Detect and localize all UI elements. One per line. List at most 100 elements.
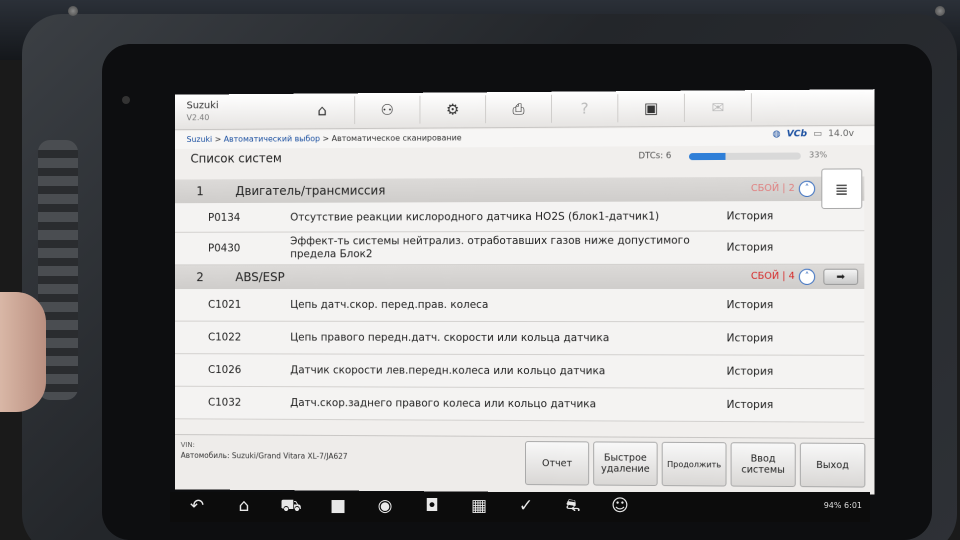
page-title: Список систем <box>190 151 282 166</box>
scan-progress-bar <box>688 152 801 161</box>
system-number: 2 <box>196 270 204 285</box>
top-toolbar: Suzuki V2.40 ⌂ ⚇ ⚙ ⎙? ▣ ✉ <box>174 89 875 131</box>
dtc-status: История <box>726 299 774 312</box>
help-icon: ? <box>580 99 589 118</box>
dtc-code: C1022 <box>208 331 242 344</box>
brand-name: Suzuki <box>186 100 219 112</box>
dtc-description: Отсутствие реакции кислородного датчика … <box>290 210 660 224</box>
gear-icon: ⚙ <box>446 100 460 119</box>
globe-icon: ◍ <box>772 129 781 140</box>
breadcrumb-separator: > <box>320 134 332 144</box>
battery-icon: ▭ <box>813 129 822 140</box>
screenshot-icon[interactable]: ▦ <box>466 496 492 518</box>
print-icon: ⎙ <box>512 99 525 119</box>
dtc-row[interactable]: P0134 Отсутствие реакции кислородного дат… <box>174 200 865 233</box>
breadcrumb-suzuki[interactable]: Suzuki <box>187 135 213 144</box>
report-float-icon[interactable]: ≣ <box>821 168 863 210</box>
dtc-code: P0134 <box>208 211 241 224</box>
report-button[interactable]: Отчет <box>524 441 590 486</box>
message-button[interactable]: ✉ <box>684 93 752 122</box>
clock: 6:01 <box>844 501 862 510</box>
recent-apps-icon[interactable]: ■ <box>325 496 351 518</box>
breadcrumb-current: Автоматическое сканирование <box>331 133 462 144</box>
car-home-icon[interactable]: ⛟ <box>278 496 304 518</box>
vehicle-icon[interactable]: ⛐ <box>560 496 586 518</box>
dtc-description: Датч.скор.заднего правого колеса или кол… <box>290 397 597 411</box>
screw-icon <box>68 6 78 16</box>
dtc-status: История <box>726 332 774 345</box>
collapse-icon[interactable]: ˄ <box>798 268 816 285</box>
dtc-code: C1032 <box>208 396 242 409</box>
help-button[interactable]: ? <box>552 94 619 123</box>
system-name: Двигатель/трансмиссия <box>235 183 386 199</box>
navbar-icons: ↶ ⌂ ⛟ ■ ◉ ◘ ▦ ✓ ⛐ ☺ <box>184 496 633 518</box>
vci-icon[interactable]: ✓ <box>513 496 539 518</box>
dtc-status: История <box>726 398 774 412</box>
camera-icon[interactable]: ◘ <box>419 496 445 518</box>
dtc-code: C1026 <box>208 364 242 377</box>
scan-progress-fill <box>688 152 726 161</box>
system-status: 94% 6:01 <box>824 501 862 510</box>
user-icon[interactable]: ☺ <box>607 496 633 518</box>
vin-label: VIN: <box>180 441 195 449</box>
status-indicators: ◍ VCb ▭ 14.0v <box>773 129 855 140</box>
breadcrumb: Suzuki > Автоматический выбор > Автомати… <box>174 126 875 149</box>
scan-progress-percent: 33% <box>809 150 828 160</box>
system-row[interactable]: 2 ABS/ESP СБОЙ | 4 ˄ ➡ <box>174 264 865 290</box>
dtc-status: История <box>726 365 774 378</box>
footer-bar: VIN: Автомобиль: Suzuki/Grand Vitara XL-… <box>174 434 875 495</box>
android-navbar: ↶ ⌂ ⛟ ■ ◉ ◘ ▦ ✓ ⛐ ☺ 94% 6:01 <box>170 492 870 522</box>
exit-button[interactable]: Выход <box>799 442 866 488</box>
dtc-row[interactable]: C1022 Цепь правого передн.датч. скорости … <box>174 321 865 356</box>
continue-button[interactable]: Продолжить <box>661 441 727 487</box>
system-number: 1 <box>196 184 204 199</box>
dtc-status: История <box>726 241 774 254</box>
gear-button[interactable]: ⚙ <box>420 95 487 124</box>
browser-icon[interactable]: ◉ <box>372 496 398 518</box>
car-vehicle-button[interactable]: ⚇ <box>355 95 421 125</box>
save-icon: ▣ <box>643 98 659 118</box>
dtc-count: DTCs: 6 <box>638 151 672 162</box>
dtc-row[interactable]: C1032 Датч.скор.заднего правого колеса ил… <box>174 386 865 423</box>
system-name: ABS/ESP <box>235 270 285 285</box>
camera-icon <box>122 96 130 104</box>
brand-block: Suzuki V2.40 <box>187 100 219 124</box>
dtc-description: Цепь правого передн.датч. скорости или к… <box>290 331 610 345</box>
dtc-row[interactable]: C1021 Цепь датч.скор. перед.прав. колеса И… <box>174 288 865 323</box>
arrow-right-icon[interactable]: ➡ <box>823 268 859 285</box>
screw-icon <box>935 6 945 16</box>
fault-badge: СБОЙ | 2 <box>750 182 795 195</box>
breadcrumb-auto-select[interactable]: Автоматический выбор <box>224 134 320 143</box>
fault-badge: СБОЙ | 4 <box>750 270 795 282</box>
breadcrumb-separator: > <box>212 134 224 144</box>
home-icon: ⌂ <box>317 101 327 120</box>
vehicle-info: Автомобиль: Suzuki/Grand Vitara XL-7/JA6… <box>180 450 348 461</box>
collapse-icon[interactable]: ˄ <box>798 180 816 197</box>
dtc-row[interactable]: C1026 Датчик скорости лев.передн.колеса и… <box>174 354 865 390</box>
footer-buttons: Отчет Быстрое удаление Продолжить Ввод сист… <box>524 441 866 488</box>
toolbar-buttons: ⌂ ⚇ ⚙ ⎙? ▣ ✉ <box>290 93 752 125</box>
save-button[interactable]: ▣ <box>618 93 685 123</box>
dtc-description: Цепь датч.скор. перед.прав. колеса <box>290 298 489 311</box>
app-version: V2.40 <box>186 113 210 123</box>
dtc-description: Датчик скорости лев.передн.колеса или ко… <box>290 364 606 378</box>
system-row[interactable]: 1 Двигатель/трансмиссия СБОЙ | 2 ˄ <box>174 176 865 204</box>
message-icon: ✉ <box>711 98 725 117</box>
dtc-status: История <box>726 209 774 222</box>
app-screen: Suzuki V2.40 ⌂ ⚇ ⚙ ⎙? ▣ ✉ Suzuki > Автоматиче… <box>174 89 875 495</box>
finger <box>0 292 46 412</box>
dtc-code: C1021 <box>208 298 242 311</box>
battery-voltage: 14.0v <box>828 128 855 140</box>
home-button[interactable]: ⌂ <box>290 96 356 125</box>
vci-connection-label: VCb <box>786 129 808 140</box>
enter-system-button[interactable]: Ввод системы <box>730 442 796 488</box>
car-vehicle-icon: ⚇ <box>380 100 394 119</box>
print-button[interactable]: ⎙ <box>486 94 553 124</box>
dtc-row[interactable]: P0430 Эффект-ть системы нейтрализ. отрабо… <box>174 231 865 266</box>
dtc-code: P0430 <box>208 242 241 255</box>
quick-erase-button[interactable]: Быстрое удаление <box>593 441 658 487</box>
home-icon[interactable]: ⌂ <box>231 496 257 518</box>
back-icon[interactable]: ↶ <box>184 496 210 518</box>
battery-percent: 94% <box>823 501 842 510</box>
dtc-description: Эффект-ть системы нейтрализ. отработавши… <box>290 234 690 261</box>
